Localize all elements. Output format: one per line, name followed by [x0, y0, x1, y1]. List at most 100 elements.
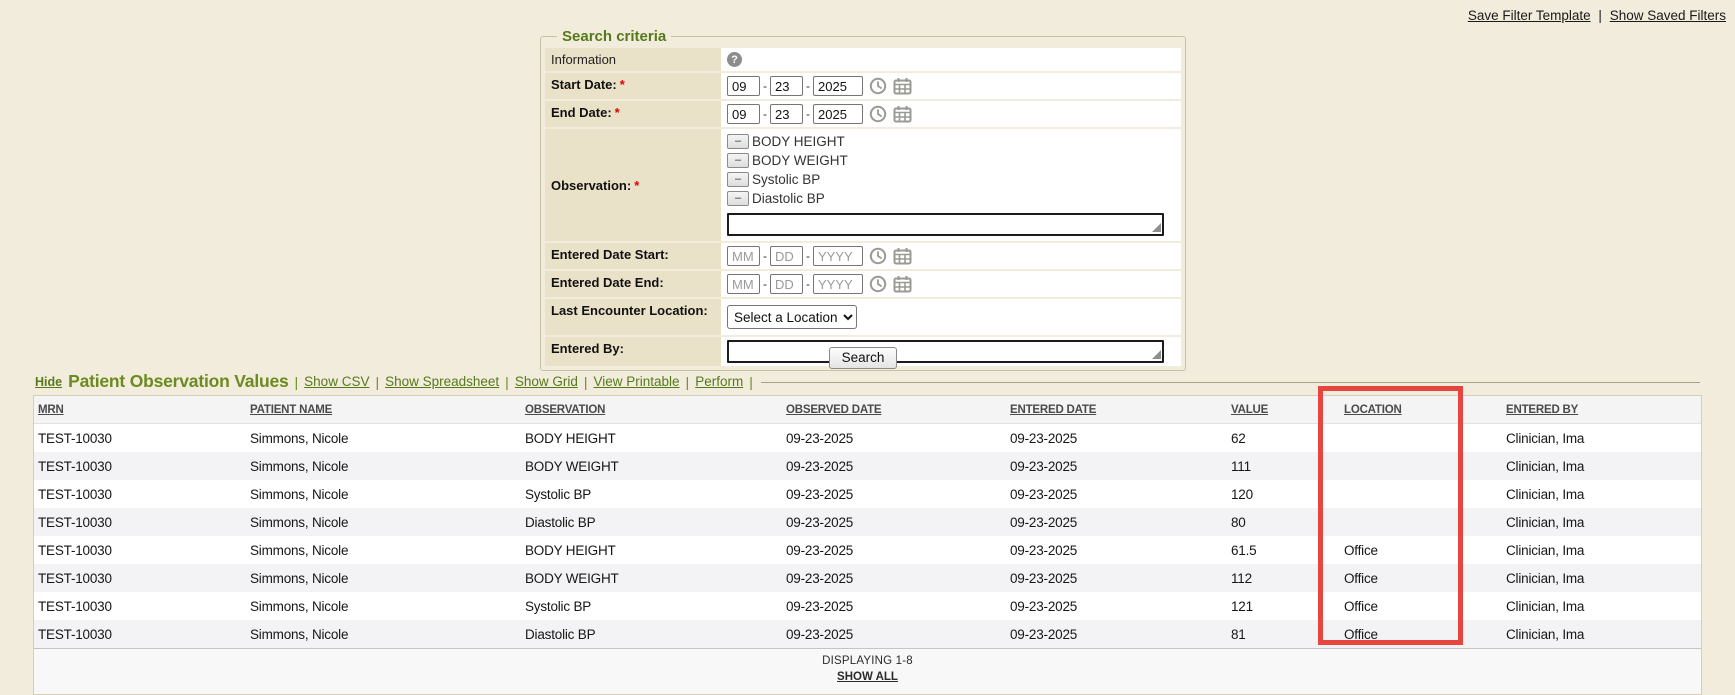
- table-row: TEST-10030 Simmons, Nicole Systolic BP 0…: [34, 480, 1701, 508]
- column-header-entered-date[interactable]: ENTERED DATE: [1006, 396, 1227, 424]
- cell-value: 62: [1227, 424, 1340, 453]
- cell-observed-date: 09-23-2025: [782, 564, 1006, 592]
- start-date-year-input[interactable]: [813, 76, 863, 96]
- observation-input-area: – BODY HEIGHT – BODY WEIGHT – Systolic B…: [721, 129, 1181, 241]
- remove-observation-button[interactable]: –: [727, 191, 749, 206]
- cell-value: 120: [1227, 480, 1340, 508]
- page: { "header_links": { "save_filter_templat…: [0, 0, 1735, 687]
- start-date-label-text: Start Date:: [551, 77, 617, 92]
- end-date-label: End Date:*: [545, 101, 721, 127]
- entered-date-end-day-input[interactable]: [770, 274, 803, 294]
- start-date-month-input[interactable]: [727, 76, 760, 96]
- entered-date-start-year-input[interactable]: [813, 246, 863, 266]
- entered-date-start-month-input[interactable]: [727, 246, 760, 266]
- save-filter-template-link[interactable]: Save Filter Template: [1468, 8, 1591, 23]
- column-header-location[interactable]: LOCATION: [1340, 396, 1502, 424]
- column-header-mrn[interactable]: MRN: [34, 396, 246, 424]
- show-csv-link[interactable]: Show CSV: [304, 374, 369, 389]
- cell-entered-date: 09-23-2025: [1006, 564, 1227, 592]
- results-table-container: MRN PATIENT NAME OBSERVATION OBSERVED DA…: [33, 395, 1702, 695]
- observation-label-text: Observation:: [551, 178, 631, 194]
- column-header-mrn-label[interactable]: MRN: [38, 404, 64, 416]
- column-header-observed-date[interactable]: OBSERVED DATE: [782, 396, 1006, 424]
- end-date-year-input[interactable]: [813, 104, 863, 124]
- location-select[interactable]: Select a Location: [727, 305, 857, 329]
- column-header-patient-name-label[interactable]: PATIENT NAME: [250, 404, 332, 416]
- toolbar-separator: |: [584, 374, 588, 390]
- cell-observation: BODY WEIGHT: [521, 564, 782, 592]
- results-toolbar: Hide Patient Observation Values | Show C…: [33, 371, 1702, 395]
- column-header-entered-by[interactable]: ENTERED BY: [1502, 396, 1701, 424]
- cell-entered-by: Clinician, Ima: [1502, 592, 1701, 620]
- column-header-entered-date-label[interactable]: ENTERED DATE: [1010, 404, 1096, 416]
- cell-mrn: TEST-10030: [34, 452, 246, 480]
- show-grid-link[interactable]: Show Grid: [515, 374, 578, 389]
- remove-observation-button[interactable]: –: [727, 134, 749, 149]
- cell-location: Office: [1340, 536, 1502, 564]
- entered-date-start-row: Entered Date Start: - -: [545, 243, 1181, 269]
- hide-link[interactable]: Hide: [35, 375, 62, 389]
- clock-icon[interactable]: [869, 247, 887, 265]
- column-header-observation[interactable]: OBSERVATION: [521, 396, 782, 424]
- calendar-icon[interactable]: [893, 105, 912, 123]
- cell-patient-name: Simmons, Nicole: [246, 480, 521, 508]
- entered-date-start-day-input[interactable]: [770, 246, 803, 266]
- cell-observation: Systolic BP: [521, 592, 782, 620]
- show-spreadsheet-link[interactable]: Show Spreadsheet: [385, 374, 499, 389]
- cell-observation: BODY WEIGHT: [521, 452, 782, 480]
- view-printable-link[interactable]: View Printable: [593, 374, 679, 389]
- help-icon[interactable]: ?: [727, 52, 742, 67]
- start-date-day-input[interactable]: [770, 76, 803, 96]
- column-header-location-label[interactable]: LOCATION: [1344, 404, 1402, 416]
- column-header-entered-by-label[interactable]: ENTERED BY: [1506, 404, 1578, 416]
- toolbar-separator: |: [505, 374, 509, 390]
- date-dash: -: [806, 277, 810, 291]
- entered-date-start-input-area: - -: [721, 243, 1181, 269]
- perform-link[interactable]: Perform: [695, 374, 743, 389]
- cell-entered-date: 09-23-2025: [1006, 508, 1227, 536]
- calendar-icon[interactable]: [893, 77, 912, 95]
- cell-value: 112: [1227, 564, 1340, 592]
- column-header-patient-name[interactable]: PATIENT NAME: [246, 396, 521, 424]
- entered-date-end-row: Entered Date End: - -: [545, 271, 1181, 297]
- cell-mrn: TEST-10030: [34, 508, 246, 536]
- end-date-month-input[interactable]: [727, 104, 760, 124]
- date-dash: -: [763, 79, 767, 93]
- cell-mrn: TEST-10030: [34, 620, 246, 648]
- observation-item: – BODY HEIGHT: [727, 133, 845, 150]
- column-header-value-label[interactable]: VALUE: [1231, 404, 1268, 416]
- observation-label: Observation:*: [545, 129, 721, 241]
- remove-observation-button[interactable]: –: [727, 172, 749, 187]
- search-button-row: Search: [540, 347, 1186, 369]
- calendar-icon[interactable]: [893, 275, 912, 293]
- cell-location: Office: [1340, 620, 1502, 648]
- entered-date-start-label: Entered Date Start:: [545, 243, 721, 269]
- observation-item-label: Diastolic BP: [752, 190, 825, 207]
- entered-date-end-year-input[interactable]: [813, 274, 863, 294]
- show-saved-filters-link[interactable]: Show Saved Filters: [1610, 8, 1726, 23]
- clock-icon[interactable]: [869, 77, 887, 95]
- search-button[interactable]: Search: [829, 347, 898, 369]
- observation-filter-input[interactable]: [727, 213, 1164, 236]
- observation-item-label: BODY WEIGHT: [752, 152, 848, 169]
- entered-date-end-month-input[interactable]: [727, 274, 760, 294]
- start-date-row: Start Date:* - -: [545, 73, 1181, 99]
- observation-filter-wrap: [727, 213, 1164, 236]
- cell-entered-date: 09-23-2025: [1006, 536, 1227, 564]
- remove-observation-button[interactable]: –: [727, 153, 749, 168]
- date-dash: -: [806, 79, 810, 93]
- table-row: TEST-10030 Simmons, Nicole BODY WEIGHT 0…: [34, 564, 1701, 592]
- cell-observation: BODY HEIGHT: [521, 536, 782, 564]
- clock-icon[interactable]: [869, 105, 887, 123]
- end-date-day-input[interactable]: [770, 104, 803, 124]
- calendar-icon[interactable]: [893, 247, 912, 265]
- column-header-value[interactable]: VALUE: [1227, 396, 1340, 424]
- column-header-observation-label[interactable]: OBSERVATION: [525, 404, 605, 416]
- clock-icon[interactable]: [869, 275, 887, 293]
- cell-location: Office: [1340, 592, 1502, 620]
- cell-location: [1340, 480, 1502, 508]
- show-all-link[interactable]: SHOW ALL: [837, 671, 898, 683]
- cell-observed-date: 09-23-2025: [782, 508, 1006, 536]
- column-header-observed-date-label[interactable]: OBSERVED DATE: [786, 404, 881, 416]
- end-date-input-area: - -: [721, 101, 1181, 127]
